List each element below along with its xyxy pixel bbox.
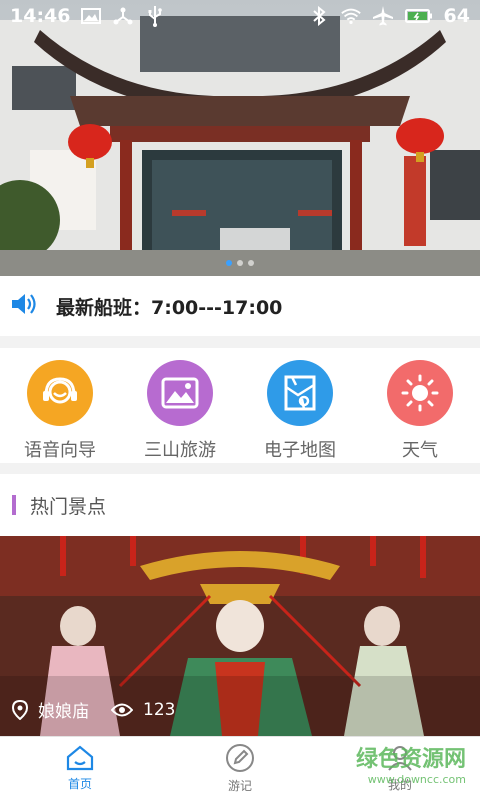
hot-spot-card[interactable]: 娘娘庙 123 — [0, 536, 480, 736]
pencil-icon — [226, 744, 254, 772]
battery-level: 64 — [443, 5, 470, 27]
wifi-icon — [340, 5, 362, 27]
bluetooth-icon — [308, 5, 330, 27]
spot-meta: 娘娘庙 123 — [12, 697, 197, 722]
eye-icon — [111, 703, 133, 716]
carousel-dot[interactable] — [237, 260, 243, 266]
section-title: 热门景点 — [30, 495, 107, 518]
feature-e-map[interactable]: 电子地图 — [240, 348, 360, 463]
speaker-icon — [10, 291, 38, 321]
status-bar: 14:46 64 — [0, 0, 480, 32]
hot-spots-header: 热门景点 — [0, 474, 480, 536]
feature-weather[interactable]: 天气 — [360, 348, 480, 463]
usb-icon — [144, 5, 166, 27]
tab-travelogue[interactable]: 游记 — [160, 737, 320, 800]
carousel-dots — [226, 260, 254, 266]
sun-icon — [387, 360, 453, 426]
image-icon — [80, 5, 102, 27]
status-right: 64 — [308, 5, 470, 27]
feature-label: 天气 — [402, 440, 438, 461]
feature-label: 三山旅游 — [144, 440, 216, 461]
map-icon — [267, 360, 333, 426]
picture-icon — [147, 360, 213, 426]
spot-view-count: 123 — [143, 699, 176, 720]
share-icon — [112, 5, 134, 27]
ferry-schedule-text: 最新船班：7:00---17:00 — [56, 296, 283, 319]
airplane-icon — [372, 5, 394, 27]
spot-location: 娘娘庙 — [12, 697, 89, 722]
location-pin-icon — [12, 699, 28, 720]
spot-name: 娘娘庙 — [38, 702, 89, 722]
carousel-dot[interactable] — [248, 260, 254, 266]
feature-grid: 语音向导 三山旅游 电子地图 天气 — [0, 348, 480, 463]
status-left: 14:46 — [10, 5, 166, 27]
tab-label: 游记 — [227, 779, 252, 793]
feature-sanshan-tour[interactable]: 三山旅游 — [120, 348, 240, 463]
tab-label: 首页 — [67, 777, 92, 791]
carousel-dot[interactable] — [226, 260, 232, 266]
home-icon — [66, 745, 94, 771]
feature-label: 语音向导 — [24, 440, 96, 461]
feature-label: 电子地图 — [264, 440, 336, 461]
tab-label: 我的 — [387, 778, 412, 792]
status-time: 14:46 — [10, 5, 71, 27]
banner-photo — [0, 0, 480, 276]
feature-voice-guide[interactable]: 语音向导 — [0, 348, 120, 463]
user-icon — [388, 746, 412, 771]
tab-home[interactable]: 首页 — [0, 737, 160, 800]
tab-profile[interactable]: 我的 — [320, 737, 480, 800]
ferry-notice[interactable]: 最新船班：7:00---17:00 — [0, 276, 480, 336]
headset-icon — [27, 360, 93, 426]
section-accent-bar — [12, 495, 16, 515]
battery-icon — [404, 5, 434, 27]
bottom-tab-bar: 首页 游记 我的 — [0, 736, 480, 800]
spot-views: 123 — [111, 700, 175, 720]
banner-carousel[interactable] — [0, 0, 480, 276]
